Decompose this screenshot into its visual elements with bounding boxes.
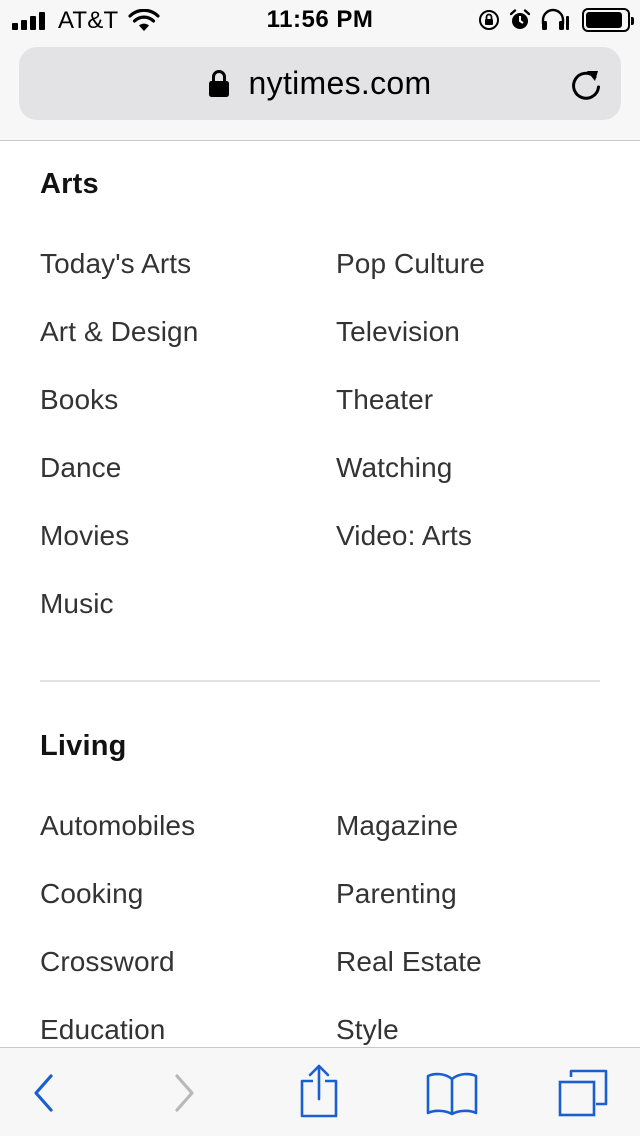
nav-link[interactable]: Cooking [40, 878, 143, 910]
address-bar-area: nytimes.com [0, 40, 640, 141]
status-bar: AT&T 11:56 PM [0, 0, 640, 40]
nav-link[interactable]: Style [336, 1014, 399, 1046]
url-text: nytimes.com [248, 65, 432, 101]
nav-link[interactable]: Real Estate [336, 946, 482, 978]
nav-link[interactable]: Art & Design [40, 316, 198, 348]
tabs-button[interactable] [556, 1068, 610, 1118]
headphones-icon [541, 8, 569, 30]
nav-link[interactable]: Crossword [40, 946, 175, 978]
nav-link[interactable]: Theater [336, 384, 433, 416]
open-book-icon [426, 1072, 478, 1116]
battery-icon [582, 8, 634, 32]
chevron-left-icon [34, 1074, 53, 1112]
share-icon [300, 1064, 338, 1118]
back-button[interactable] [24, 1068, 64, 1118]
nav-link[interactable]: Books [40, 384, 118, 416]
page-content: Arts Today's Arts Pop Culture Art & Desi… [0, 141, 640, 1047]
url-field[interactable]: nytimes.com [19, 47, 621, 120]
nav-link[interactable]: Parenting [336, 878, 457, 910]
reload-icon[interactable] [569, 67, 603, 103]
chevron-right-icon [175, 1074, 194, 1112]
alarm-icon [509, 9, 531, 29]
nav-link[interactable]: Dance [40, 452, 121, 484]
nav-link[interactable]: Movies [40, 520, 129, 552]
share-button[interactable] [296, 1062, 342, 1120]
nav-link[interactable]: Today's Arts [40, 248, 191, 280]
section-title-arts: Arts [40, 168, 99, 200]
nav-link[interactable]: Music [40, 588, 114, 620]
nav-link[interactable]: Television [336, 316, 460, 348]
nav-link[interactable]: Education [40, 1014, 165, 1046]
nav-link[interactable]: Video: Arts [336, 520, 472, 552]
nav-link[interactable]: Pop Culture [336, 248, 485, 280]
url-display[interactable]: nytimes.com [19, 47, 621, 120]
section-title-living: Living [40, 730, 127, 762]
orientation-lock-icon [479, 10, 499, 30]
bookmarks-button[interactable] [424, 1068, 480, 1118]
nav-link[interactable]: Magazine [336, 810, 458, 842]
browser-toolbar [0, 1047, 640, 1136]
battery-fill [586, 12, 622, 28]
nav-link[interactable]: Automobiles [40, 810, 195, 842]
lock-icon [208, 69, 229, 97]
screen: AT&T 11:56 PM nytimes.com Arts Today's A… [0, 0, 640, 1136]
nav-link[interactable]: Watching [336, 452, 452, 484]
section-divider [40, 680, 600, 682]
status-right [470, 7, 634, 33]
tabs-icon [558, 1069, 608, 1117]
forward-button[interactable] [164, 1068, 204, 1118]
